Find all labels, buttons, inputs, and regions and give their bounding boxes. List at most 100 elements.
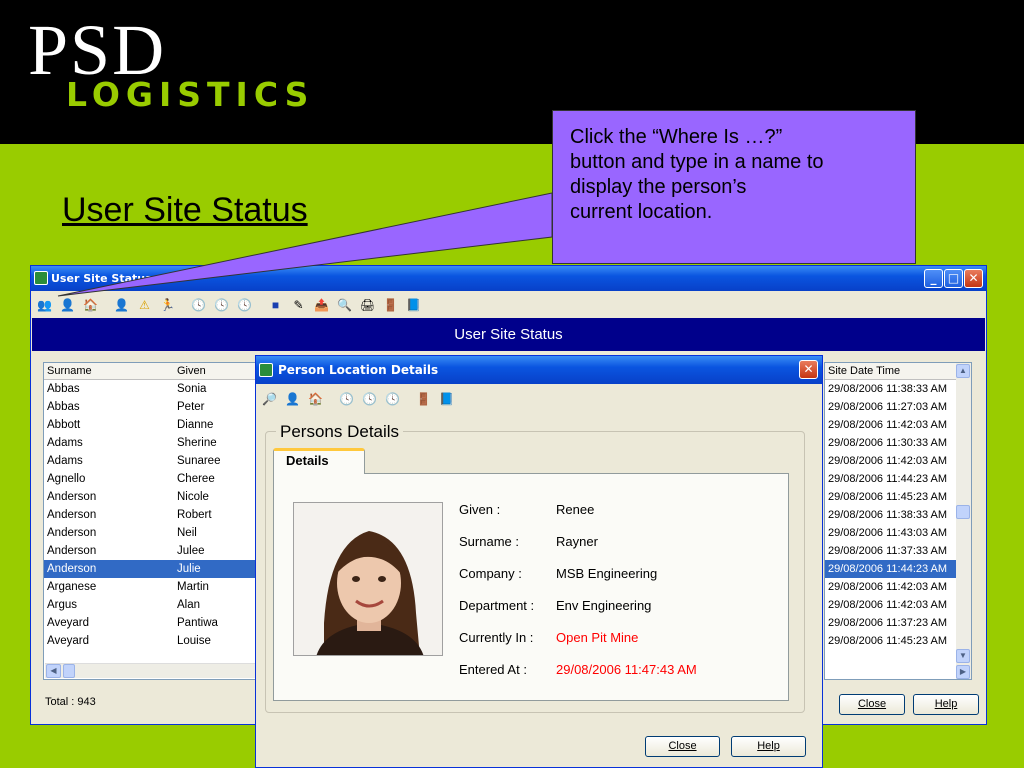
export-icon[interactable]: 📤: [312, 295, 331, 314]
list-item[interactable]: Adams Sherine: [44, 434, 272, 452]
list-item[interactable]: 29/08/2006 11:45:23 AM: [825, 632, 971, 650]
list-item[interactable]: 29/08/2006 11:27:03 AM: [825, 398, 971, 416]
time-cell: 29/08/2006 11:37:23 AM: [828, 617, 948, 629]
clock-icon[interactable]: 🕓: [235, 295, 254, 314]
tab-details[interactable]: Details: [273, 448, 365, 474]
list-item[interactable]: Abbas Peter: [44, 398, 272, 416]
exit-icon[interactable]: 🚪: [414, 390, 433, 409]
home-icon[interactable]: 🏠: [81, 295, 100, 314]
person-list[interactable]: Surname Given Abbas Sonia Abbas Peter Abbo…: [43, 362, 273, 680]
entered-at-label: Entered At :: [459, 662, 527, 677]
column-header-given[interactable]: Given: [174, 363, 264, 379]
minimize-button[interactable]: _: [924, 269, 943, 288]
scroll-thumb[interactable]: [956, 505, 970, 519]
dialog-help-button[interactable]: Help: [731, 736, 806, 757]
column-header-site-date-time[interactable]: Site Date Time: [825, 363, 900, 379]
home-icon[interactable]: 🏠: [306, 390, 325, 409]
list-item[interactable]: 29/08/2006 11:42:03 AM: [825, 452, 971, 470]
list-item[interactable]: 29/08/2006 11:38:33 AM: [825, 380, 971, 398]
list-item[interactable]: 29/08/2006 11:37:23 AM: [825, 614, 971, 632]
given-cell: Neil: [177, 527, 197, 539]
clock-refresh-icon[interactable]: 🕓: [360, 390, 379, 409]
search-icon[interactable]: 🔎: [260, 390, 279, 409]
given-cell: Peter: [177, 401, 205, 413]
stop-icon[interactable]: ■: [266, 295, 285, 314]
scroll-thumb[interactable]: [63, 664, 75, 678]
portrait-image: [294, 503, 442, 655]
main-window-title: User Site Status: [51, 272, 152, 285]
list-item[interactable]: Aveyard Pantiwa: [44, 614, 272, 632]
time-cell: 29/08/2006 11:42:03 AM: [828, 455, 948, 467]
app-icon: [34, 271, 48, 285]
edit-icon[interactable]: ✎: [289, 295, 308, 314]
help-book-icon[interactable]: 📘: [437, 390, 456, 409]
main-titlebar[interactable]: User Site Status _ □ ✕: [31, 266, 986, 291]
list-item-selected[interactable]: 29/08/2006 11:44:23 AM: [825, 560, 971, 578]
surname-cell: Anderson: [47, 527, 97, 539]
exit-icon[interactable]: 🚪: [381, 295, 400, 314]
list-item[interactable]: Aveyard Louise: [44, 632, 272, 650]
list-item[interactable]: 29/08/2006 11:44:23 AM: [825, 470, 971, 488]
add-person-icon[interactable]: 👤: [58, 295, 77, 314]
list-item[interactable]: 29/08/2006 11:30:33 AM: [825, 434, 971, 452]
scroll-right-icon[interactable]: ▶: [956, 665, 970, 679]
add-person-icon[interactable]: 👤: [283, 390, 302, 409]
list-item[interactable]: 29/08/2006 11:43:03 AM: [825, 524, 971, 542]
list-item[interactable]: Arganese Martin: [44, 578, 272, 596]
list-item[interactable]: Agnello Cheree: [44, 470, 272, 488]
surname-cell: Adams: [47, 455, 83, 467]
maximize-button[interactable]: □: [944, 269, 963, 288]
scroll-up-icon[interactable]: ▲: [956, 364, 970, 378]
dialog-close-button[interactable]: Close: [645, 736, 720, 757]
given-cell: Dianne: [177, 419, 214, 431]
callout-line: button and type in a name to: [570, 151, 824, 173]
help-book-icon[interactable]: 📘: [404, 295, 423, 314]
given-cell: Robert: [177, 509, 212, 521]
persons-details-title: Persons Details: [276, 422, 404, 442]
list-item[interactable]: Abbas Sonia: [44, 380, 272, 398]
main-close-button[interactable]: Close: [839, 694, 905, 715]
surname-value: Rayner: [556, 534, 598, 549]
given-value: Renee: [556, 502, 595, 517]
run-icon[interactable]: 🏃: [158, 295, 177, 314]
scroll-down-icon[interactable]: ▼: [956, 649, 970, 663]
list-item[interactable]: Argus Alan: [44, 596, 272, 614]
print-preview-icon[interactable]: 🔍: [335, 295, 354, 314]
list-item[interactable]: 29/08/2006 11:42:03 AM: [825, 416, 971, 434]
clock-refresh-icon[interactable]: 🕓: [212, 295, 231, 314]
site-date-time-list[interactable]: Site Date Time 29/08/2006 11:38:33 AM 29…: [824, 362, 972, 680]
main-help-button[interactable]: Help: [913, 694, 979, 715]
list-item[interactable]: 29/08/2006 11:38:33 AM: [825, 506, 971, 524]
surname-cell: Anderson: [47, 509, 97, 521]
warning-icon[interactable]: ⚠: [135, 295, 154, 314]
list-item[interactable]: Anderson Neil: [44, 524, 272, 542]
clock-add-icon[interactable]: 🕓: [337, 390, 356, 409]
list-item[interactable]: 29/08/2006 11:42:03 AM: [825, 596, 971, 614]
column-header-surname[interactable]: Surname: [44, 363, 174, 379]
list-item[interactable]: 29/08/2006 11:45:23 AM: [825, 488, 971, 506]
list-item[interactable]: Anderson Julee: [44, 542, 272, 560]
where-is-icon[interactable]: 👥: [35, 295, 54, 314]
list-item[interactable]: Adams Sunaree: [44, 452, 272, 470]
given-cell: Martin: [177, 581, 209, 593]
callout-line: Click the “Where Is …?”: [570, 126, 783, 148]
list-item[interactable]: 29/08/2006 11:42:03 AM: [825, 578, 971, 596]
list-item[interactable]: Anderson Nicole: [44, 488, 272, 506]
list-item[interactable]: Anderson Robert: [44, 506, 272, 524]
given-cell: Nicole: [177, 491, 209, 503]
dialog-titlebar[interactable]: Person Location Details ✕: [256, 356, 822, 384]
clock-icon[interactable]: 🕓: [383, 390, 402, 409]
person-down-icon[interactable]: 👤: [112, 295, 131, 314]
close-window-button[interactable]: ✕: [964, 269, 983, 288]
list-item[interactable]: Abbott Dianne: [44, 416, 272, 434]
horizontal-scrollbar[interactable]: ◀: [45, 663, 271, 678]
dialog-close-icon[interactable]: ✕: [799, 360, 818, 379]
clock-add-icon[interactable]: 🕓: [189, 295, 208, 314]
vertical-scrollbar[interactable]: ▲ ▼ ▶: [956, 363, 971, 679]
callout-line: current location.: [570, 201, 713, 223]
list-item[interactable]: 29/08/2006 11:37:33 AM: [825, 542, 971, 560]
list-item-selected[interactable]: Anderson Julie: [44, 560, 272, 578]
print-icon[interactable]: 🖨: [358, 295, 377, 314]
scroll-left-icon[interactable]: ◀: [46, 664, 61, 678]
time-cell: 29/08/2006 11:38:33 AM: [828, 383, 948, 395]
